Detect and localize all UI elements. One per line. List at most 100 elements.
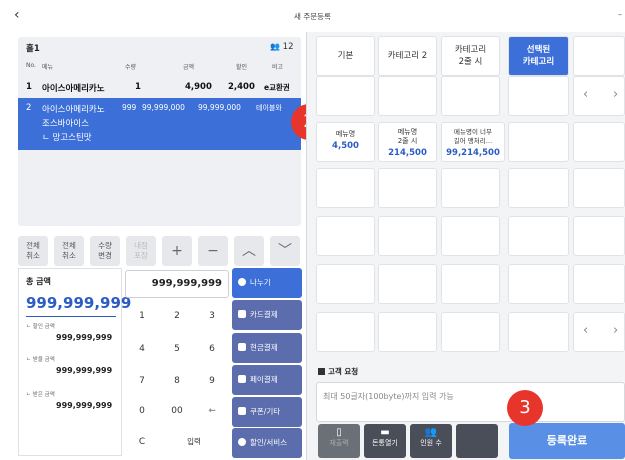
menu-slot[interactable] — [573, 122, 625, 162]
key-4[interactable]: 4 — [125, 335, 159, 363]
menu-slot[interactable] — [573, 216, 625, 256]
col-discount: 할인 — [236, 64, 248, 71]
menu-slot[interactable] — [508, 168, 569, 208]
amount-input[interactable]: 999,999,999 — [125, 270, 229, 298]
menu-price: 99,214,500 — [446, 148, 500, 158]
menu-prev-icon[interactable]: ‹ — [583, 323, 588, 338]
key-7[interactable]: 7 — [125, 367, 159, 395]
category-slot[interactable] — [378, 76, 437, 116]
receivable-label: ㄴ 받을 금액 — [26, 357, 55, 363]
cash-icon — [238, 343, 246, 351]
received-value: 999,999,999 — [56, 401, 113, 410]
tab-selected-category[interactable]: 선택된 카테고리 — [508, 36, 569, 76]
menu-slot[interactable] — [441, 216, 500, 256]
table-row-selected[interactable]: 2 아이스아메리카노 999 99,999,000 99,999,000 테이블… — [18, 98, 301, 150]
menu-slot[interactable] — [316, 216, 375, 256]
people-count-value: 12 — [282, 42, 294, 52]
category-slot[interactable] — [441, 76, 500, 116]
category-next-icon[interactable]: › — [613, 87, 618, 102]
pay-icon — [238, 375, 246, 383]
qty-change-button[interactable]: 수량 변경 — [90, 236, 120, 266]
total-divider — [26, 316, 116, 317]
plus-button[interactable]: + — [162, 236, 192, 266]
card-pay-button[interactable]: 카드결제 — [232, 300, 302, 330]
menu-slot[interactable] — [378, 312, 437, 352]
menu-slot[interactable] — [378, 168, 437, 208]
menu-slot[interactable] — [508, 122, 569, 162]
key-5[interactable]: 5 — [160, 335, 194, 363]
enter-key[interactable]: 입력 — [160, 428, 228, 456]
key-6[interactable]: 6 — [195, 335, 229, 363]
menu-slot[interactable] — [378, 216, 437, 256]
extra-button[interactable] — [456, 424, 498, 458]
menu-slot[interactable] — [573, 168, 625, 208]
col-qty: 수량 — [125, 64, 137, 71]
coupon-button[interactable]: 쿠폰/기타 — [232, 397, 302, 427]
request-input[interactable]: 최대 50글자(100byte)까지 입력 가능 — [316, 382, 625, 422]
scroll-up-button[interactable]: ︿ — [234, 236, 264, 266]
menu-slot[interactable] — [316, 264, 375, 304]
discount-service-button[interactable]: 할인/서비스 — [232, 428, 302, 458]
row-option: 조스바아이스 — [42, 119, 89, 129]
menu-slot[interactable] — [508, 312, 569, 352]
menu-item[interactable]: 메뉴명이 너무 길어 맹처리… 99,214,500 — [441, 122, 505, 162]
key-2[interactable]: 2 — [160, 302, 194, 330]
scroll-down-button[interactable]: ﹀ — [270, 236, 300, 266]
people-icon: 👥 — [424, 427, 438, 438]
category-slot[interactable] — [316, 76, 375, 116]
menu-item[interactable]: 메뉴명 4,500 — [316, 122, 375, 162]
row-qty: 999 — [122, 103, 137, 112]
table-row[interactable]: 1 아이스아메리카노 1 4,900 2,400 e교환권 — [18, 77, 301, 97]
menu-item[interactable]: 메뉴명 2줄 시 214,500 — [378, 122, 437, 162]
pay-pay-button[interactable]: 페이결제 — [232, 365, 302, 395]
category-prev-icon[interactable]: ‹ — [583, 87, 588, 102]
backspace-key[interactable]: ⇽ — [195, 397, 229, 425]
row-discount: 99,999,000 — [198, 103, 241, 112]
tab-category-2line[interactable]: 카테고리 2줄 시 — [441, 36, 500, 76]
key-00[interactable]: 00 — [160, 397, 194, 425]
menu-slot[interactable] — [316, 312, 375, 352]
menu-next-icon[interactable]: › — [613, 323, 618, 338]
people-count-button[interactable]: 👥 인원 수 — [410, 424, 452, 458]
key-9[interactable]: 9 — [195, 367, 229, 395]
total-label: 총 금액 — [26, 277, 51, 286]
drawer-icon: ▬ — [380, 427, 390, 438]
cancel-all-button-2[interactable]: 전체 취소 — [54, 236, 84, 266]
key-1[interactable]: 1 — [125, 302, 159, 330]
menu-slot[interactable] — [441, 168, 500, 208]
menu-slot[interactable] — [508, 264, 569, 304]
split-button[interactable]: 나누기 — [232, 268, 302, 298]
packing-button[interactable]: 내점 포장 — [126, 236, 156, 266]
cancel-all-button[interactable]: 전체 취소 — [18, 236, 48, 266]
menu-slot[interactable] — [441, 264, 500, 304]
row-qty: 1 — [135, 82, 141, 92]
menu-slot[interactable] — [316, 168, 375, 208]
pay-pay-label: 페이결제 — [250, 375, 278, 384]
menu-slot[interactable] — [508, 216, 569, 256]
tab-empty[interactable] — [573, 36, 625, 76]
key-8[interactable]: 8 — [160, 367, 194, 395]
cash-pay-button[interactable]: 현금결제 — [232, 333, 302, 363]
reprint-button[interactable]: ▯ 재출력 — [318, 424, 360, 458]
received-label: ㄴ 받은 금액 — [26, 392, 55, 398]
card-pay-label: 카드결제 — [250, 310, 278, 319]
discount-service-label: 할인/서비스 — [250, 438, 288, 447]
open-drawer-button[interactable]: ▬ 돈통열기 — [364, 424, 406, 458]
clear-key[interactable]: C — [125, 428, 159, 456]
category-slot[interactable] — [508, 76, 569, 116]
submit-button[interactable]: 등록완료 — [509, 423, 625, 459]
open-drawer-label: 돈통열기 — [372, 439, 398, 447]
tab-category-2[interactable]: 카테고리 2 — [378, 36, 437, 76]
menu-slot[interactable] — [441, 312, 500, 352]
menu-slot[interactable] — [573, 264, 625, 304]
discount-value: 999,999,999 — [56, 333, 113, 342]
table-name: 홀1 — [26, 44, 40, 54]
minimize-icon[interactable]: – — [618, 10, 622, 19]
total-amount: 999,999,999 — [26, 294, 132, 312]
key-3[interactable]: 3 — [195, 302, 229, 330]
reprint-label: 재출력 — [329, 439, 349, 447]
menu-slot[interactable] — [378, 264, 437, 304]
key-0[interactable]: 0 — [125, 397, 159, 425]
minus-button[interactable]: − — [198, 236, 228, 266]
tab-basic[interactable]: 기본 — [316, 36, 375, 76]
